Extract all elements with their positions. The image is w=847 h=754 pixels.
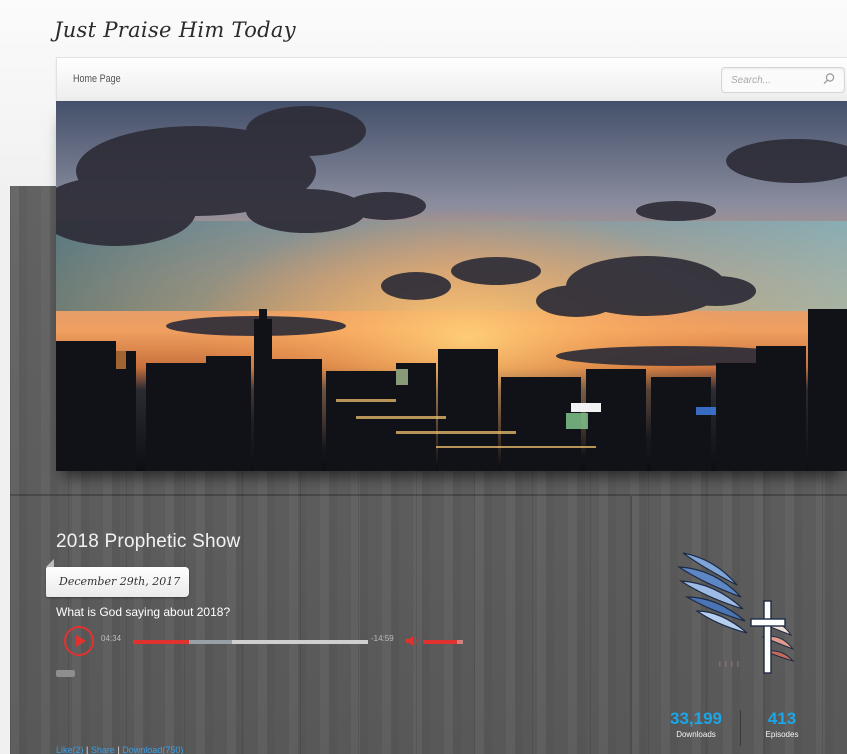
like-link[interactable]: Like(2): [56, 745, 84, 754]
left-margin: [0, 186, 10, 754]
post-date-tab: December 29th, 2017: [46, 559, 189, 597]
sidebar-divider: [630, 496, 632, 754]
share-link[interactable]: Share: [91, 745, 115, 754]
downloads-stat: 33,199 Downloads: [660, 709, 732, 741]
section-divider: [10, 494, 847, 496]
buffered-bar: [189, 640, 232, 644]
episodes-count: 413: [767, 709, 797, 728]
post-subtitle: What is God saying about 2018?: [56, 605, 231, 619]
volume-slider[interactable]: [423, 640, 463, 644]
link-separator: |: [86, 745, 89, 754]
more-button[interactable]: [56, 670, 75, 677]
episodes-label: Episodes: [765, 730, 799, 739]
link-separator: |: [117, 745, 120, 754]
time-remaining: -14:59: [371, 634, 394, 643]
play-button[interactable]: [64, 626, 94, 656]
search-input[interactable]: [731, 73, 821, 88]
play-icon: [76, 635, 86, 647]
stat-divider: [740, 710, 741, 746]
nav-home-link[interactable]: Home Page: [73, 73, 121, 85]
post-links: Like(2) | Share | Download(750): [56, 745, 183, 754]
download-link[interactable]: Download(750): [122, 745, 183, 754]
nav-bar: Home Page: [56, 57, 847, 101]
volume-icon[interactable]: [405, 635, 419, 647]
post-title[interactable]: 2018 Prophetic Show: [56, 531, 240, 553]
search-box[interactable]: [721, 67, 845, 93]
post-date: December 29th, 2017: [59, 575, 181, 588]
downloads-count: 33,199: [670, 709, 722, 728]
volume-rest: [457, 640, 463, 644]
search-icon[interactable]: [822, 72, 836, 86]
progress-bar[interactable]: [133, 640, 368, 644]
played-bar: [133, 640, 190, 644]
time-elapsed: 04:34: [101, 634, 122, 643]
site-title[interactable]: Just Praise Him Today: [54, 18, 296, 42]
episodes-stat: 413 Episodes: [750, 709, 814, 741]
header-banner-image: [56, 101, 847, 471]
wing-cross-logo: [676, 552, 795, 674]
downloads-label: Downloads: [676, 730, 716, 739]
